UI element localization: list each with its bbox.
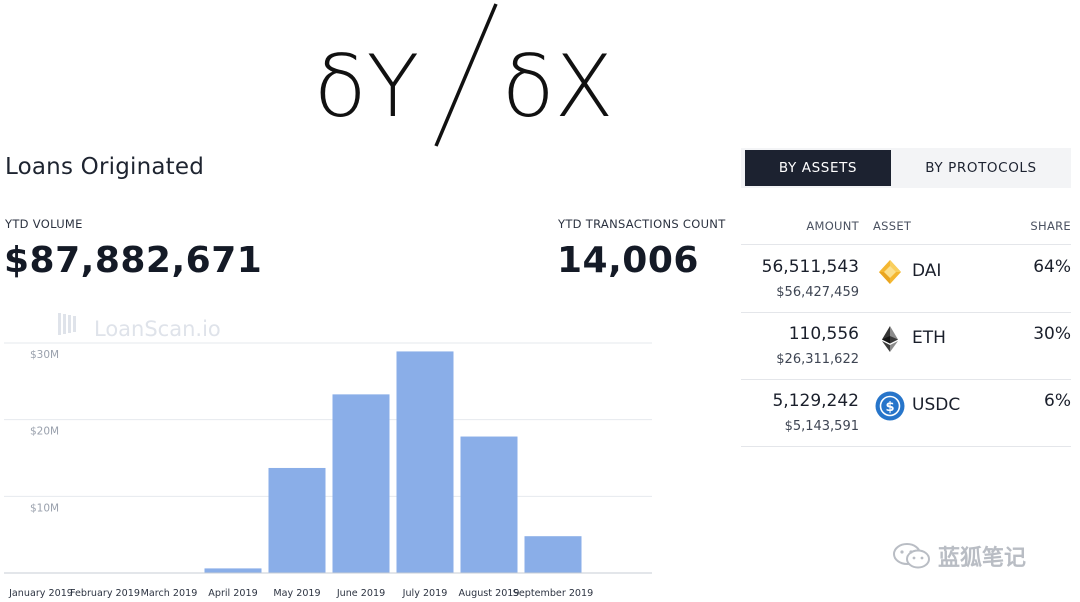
amount-value: 56,511,543 [761, 257, 859, 277]
x-tick-label: June 2019 [336, 588, 385, 599]
asset-name: DAI [912, 261, 942, 281]
chart-bar [332, 394, 390, 573]
watermark: 蓝狐笔记 [892, 538, 1062, 574]
header-share[interactable]: SHARE [1030, 219, 1071, 233]
section-title: Loans Originated [5, 154, 205, 180]
ytd-volume-label: YTD VOLUME [5, 217, 83, 231]
tab-by-protocols[interactable]: BY PROTOCOLS [891, 150, 1071, 186]
y-tick-label: $20M [30, 426, 59, 438]
asset-protocol-tabs: BY ASSETS BY PROTOCOLS [741, 148, 1071, 188]
chart-watermark: LoanScan.io [94, 317, 221, 341]
x-tick-label: February 2019 [70, 588, 140, 599]
x-tick-label: May 2019 [273, 588, 320, 599]
tab-by-assets[interactable]: BY ASSETS [745, 150, 891, 186]
table-row[interactable]: 5,129,242 $5,143,591 $ USDC 6% [741, 379, 1071, 447]
asset-name: ETH [912, 328, 946, 348]
amount-usd-value: $26,311,622 [776, 352, 859, 367]
brand-right-text: δX [502, 37, 614, 137]
chart-bar [204, 568, 262, 573]
x-tick-label: September 2019 [513, 588, 594, 599]
amount-usd-value: $56,427,459 [776, 285, 859, 300]
chart-bar [268, 467, 326, 573]
dai-icon [879, 260, 901, 284]
amount-value: 5,129,242 [772, 391, 859, 411]
x-tick-label: April 2019 [208, 588, 257, 599]
eth-icon [882, 326, 898, 352]
usdc-icon: $ [875, 391, 905, 421]
table-row[interactable]: 110,556 $26,311,622 ETH 30% [741, 312, 1071, 380]
chart-bar [396, 351, 454, 573]
x-tick-label: January 2019 [8, 588, 73, 599]
ytd-tx-value: 14,006 [557, 240, 699, 281]
loans-bar-chart: LoanScan.io $10M $20M $30M January 2019Febru… [4, 313, 652, 599]
y-tick-label: $30M [30, 349, 59, 361]
amount-value: 110,556 [788, 324, 859, 344]
assets-table-header: AMOUNT ASSET SHARE [741, 212, 1071, 245]
svg-text:$: $ [885, 400, 894, 415]
asset-name: USDC [912, 395, 961, 415]
share-value: 64% [1033, 257, 1071, 277]
chart-bar [524, 536, 582, 573]
header-amount[interactable]: AMOUNT [806, 219, 859, 233]
brand-slash [434, 3, 498, 147]
share-value: 6% [1044, 391, 1071, 411]
table-row[interactable]: 56,511,543 $56,427,459 DAI 64% [741, 245, 1071, 313]
share-value: 30% [1033, 324, 1071, 344]
ytd-volume-value: $87,882,671 [4, 240, 263, 281]
amount-usd-value: $5,143,591 [784, 419, 859, 434]
loanscan-logo-icon [58, 313, 76, 335]
ytd-tx-label: YTD TRANSACTIONS COUNT [558, 217, 726, 231]
wechat-icon [893, 543, 930, 569]
brand-left-text: δY [314, 37, 419, 137]
x-tick-label: July 2019 [402, 588, 448, 599]
x-tick-label: August 2019 [458, 588, 519, 599]
watermark-text: 蓝狐笔记 [938, 546, 1027, 571]
brand-logo: δY δX [310, 0, 620, 150]
header-asset[interactable]: ASSET [873, 219, 911, 233]
chart-bar [460, 436, 518, 573]
y-tick-label: $10M [30, 502, 59, 514]
x-tick-label: March 2019 [141, 588, 198, 599]
